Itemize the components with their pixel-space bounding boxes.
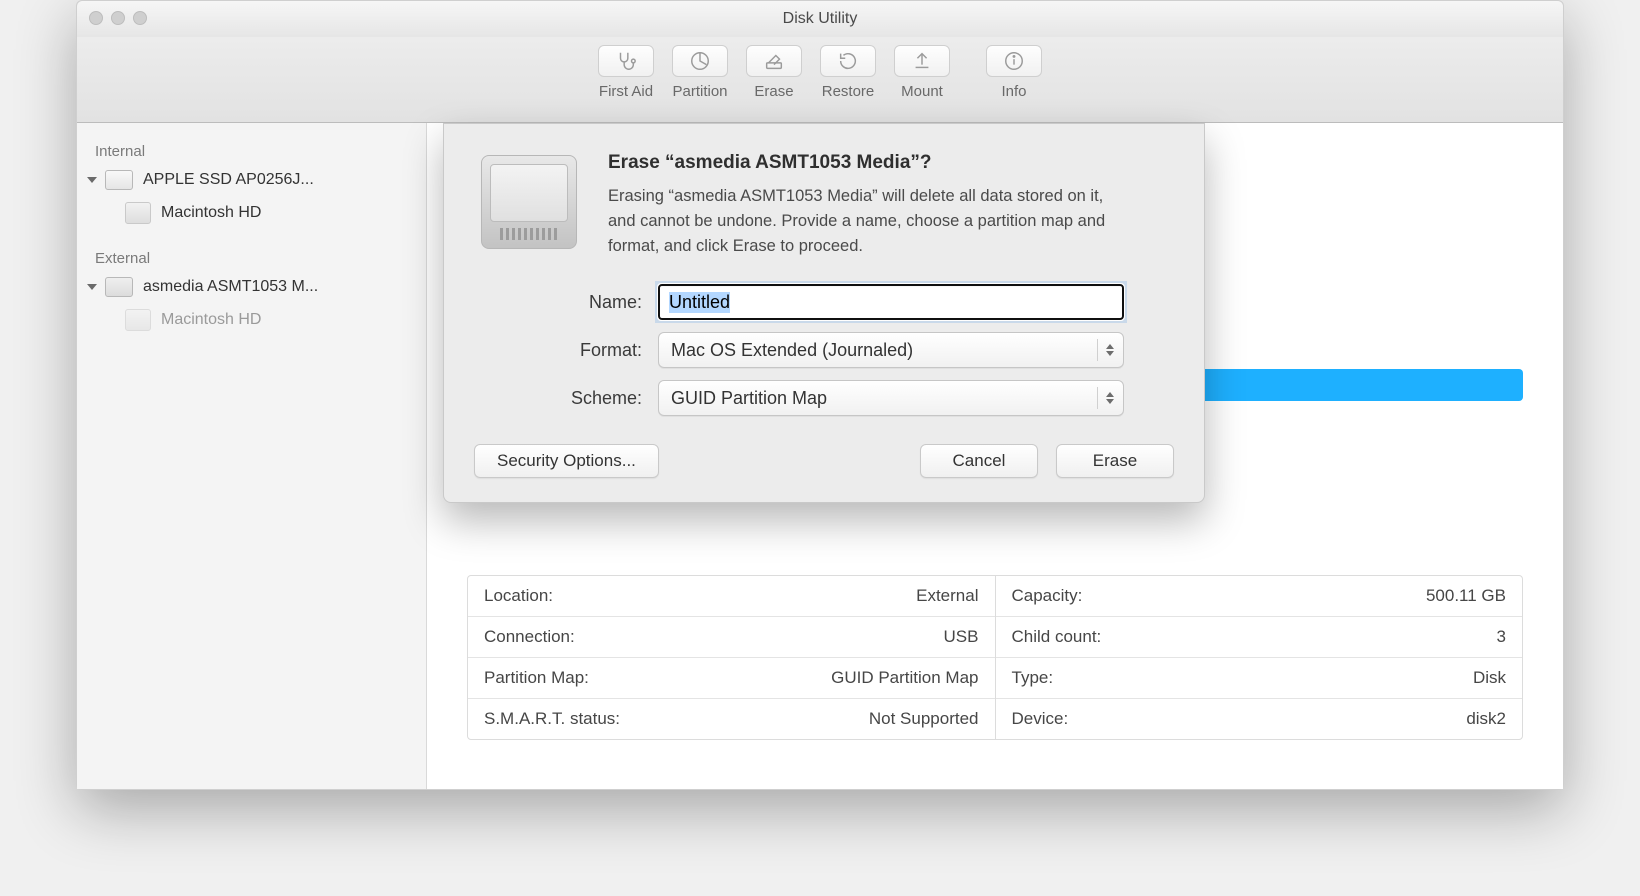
details-right-column: Capacity:500.11 GB Child count:3 Type:Di… bbox=[996, 576, 1523, 739]
stethoscope-icon bbox=[615, 50, 637, 72]
detail-row: S.M.A.R.T. status:Not Supported bbox=[468, 699, 995, 739]
minimize-window-icon[interactable] bbox=[111, 11, 125, 25]
cancel-button[interactable]: Cancel bbox=[920, 444, 1038, 478]
sidebar-item-external-volume[interactable]: Macintosh HD bbox=[77, 303, 426, 337]
dialog-title: Erase “asmedia ASMT1053 Media”? bbox=[608, 152, 1128, 174]
window-title: Disk Utility bbox=[783, 10, 858, 28]
external-disk-icon bbox=[105, 277, 133, 297]
erase-toolbar-label: Erase bbox=[754, 83, 793, 100]
name-label: Name: bbox=[546, 292, 642, 313]
partition-label: Partition bbox=[672, 83, 727, 100]
format-label: Format: bbox=[546, 340, 642, 361]
security-options-button[interactable]: Security Options... bbox=[474, 444, 659, 478]
updown-icon bbox=[1097, 339, 1115, 361]
format-select[interactable]: Mac OS Extended (Journaled) bbox=[658, 332, 1124, 368]
info-label: Info bbox=[1001, 83, 1026, 100]
scheme-value: GUID Partition Map bbox=[671, 388, 827, 409]
external-disk-label: asmedia ASMT1053 M... bbox=[143, 278, 318, 296]
internal-volume-label: Macintosh HD bbox=[161, 204, 261, 222]
disclosure-triangle-icon[interactable] bbox=[87, 177, 97, 183]
sidebar-item-external-disk[interactable]: asmedia ASMT1053 M... bbox=[77, 271, 426, 303]
volume-icon bbox=[125, 309, 151, 331]
sidebar-item-internal-volume[interactable]: Macintosh HD bbox=[77, 196, 426, 230]
erase-dialog: Erase “asmedia ASMT1053 Media”? Erasing … bbox=[443, 123, 1205, 503]
toolbar: First Aid Partition Erase bbox=[77, 37, 1563, 123]
sidebar-item-internal-disk[interactable]: APPLE SSD AP0256J... bbox=[77, 164, 426, 196]
mount-button[interactable] bbox=[894, 45, 950, 77]
erase-toolbar-button[interactable] bbox=[746, 45, 802, 77]
sidebar-header-external: External bbox=[77, 244, 426, 271]
erase-icon bbox=[763, 50, 785, 72]
details-left-column: Location:External Connection:USB Partiti… bbox=[468, 576, 996, 739]
external-volume-label: Macintosh HD bbox=[161, 311, 261, 329]
detail-row: Partition Map:GUID Partition Map bbox=[468, 658, 995, 699]
first-aid-button[interactable] bbox=[598, 45, 654, 77]
sidebar-header-internal: Internal bbox=[77, 137, 426, 164]
erase-button[interactable]: Erase bbox=[1056, 444, 1174, 478]
close-window-icon[interactable] bbox=[89, 11, 103, 25]
restore-button[interactable] bbox=[820, 45, 876, 77]
mount-icon bbox=[911, 50, 933, 72]
dialog-description: Erasing “asmedia ASMT1053 Media” will de… bbox=[608, 184, 1128, 258]
info-icon bbox=[1003, 50, 1025, 72]
pie-icon bbox=[689, 50, 711, 72]
detail-row: Type:Disk bbox=[996, 658, 1523, 699]
zoom-window-icon[interactable] bbox=[133, 11, 147, 25]
titlebar: Disk Utility bbox=[77, 1, 1563, 37]
scheme-label: Scheme: bbox=[546, 388, 642, 409]
name-input[interactable] bbox=[658, 284, 1124, 320]
detail-row: Device:disk2 bbox=[996, 699, 1523, 739]
restore-label: Restore bbox=[822, 83, 875, 100]
first-aid-label: First Aid bbox=[599, 83, 653, 100]
hard-drive-icon bbox=[474, 152, 584, 252]
disk-details: Location:External Connection:USB Partiti… bbox=[467, 575, 1523, 740]
internal-disk-label: APPLE SSD AP0256J... bbox=[143, 171, 314, 189]
detail-row: Capacity:500.11 GB bbox=[996, 576, 1523, 617]
detail-row: Child count:3 bbox=[996, 617, 1523, 658]
partition-button[interactable] bbox=[672, 45, 728, 77]
window-controls bbox=[89, 11, 147, 25]
scheme-select[interactable]: GUID Partition Map bbox=[658, 380, 1124, 416]
info-button[interactable] bbox=[986, 45, 1042, 77]
updown-icon bbox=[1097, 387, 1115, 409]
detail-row: Connection:USB bbox=[468, 617, 995, 658]
restore-icon bbox=[837, 50, 859, 72]
detail-row: Location:External bbox=[468, 576, 995, 617]
internal-disk-icon bbox=[105, 170, 133, 190]
disk-utility-window: Disk Utility First Aid Partition bbox=[76, 0, 1564, 790]
format-value: Mac OS Extended (Journaled) bbox=[671, 340, 913, 361]
sidebar: Internal APPLE SSD AP0256J... Macintosh … bbox=[77, 123, 427, 789]
disclosure-triangle-icon[interactable] bbox=[87, 284, 97, 290]
volume-icon bbox=[125, 202, 151, 224]
mount-label: Mount bbox=[901, 83, 943, 100]
